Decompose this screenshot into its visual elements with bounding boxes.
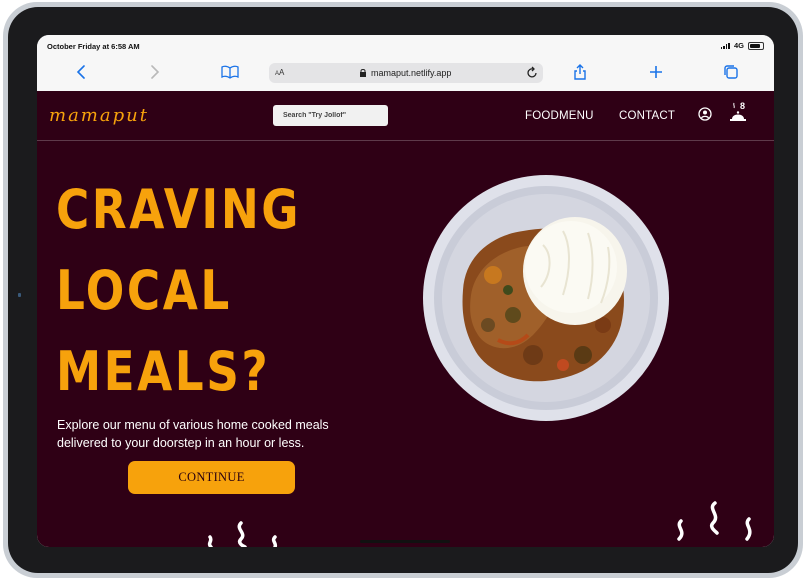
tabs-icon[interactable] [719, 60, 743, 84]
site-navbar: mamaput FOODMENU CONTACT 8 [37, 91, 774, 141]
continue-button[interactable]: CONTINUE [128, 461, 295, 494]
status-bar: October Friday at 6:58 AM 4G [37, 35, 774, 55]
hero-line-1: CRAVING [56, 178, 302, 241]
steam-decoration-right [677, 501, 752, 541]
address-bar[interactable]: AA mamaput.netlify.app [269, 63, 543, 83]
lock-icon [359, 68, 367, 80]
site-logo[interactable]: mamaput [49, 105, 149, 126]
steam-decoration-left [207, 521, 278, 547]
meal-plate-image [423, 175, 669, 421]
bookmarks-icon[interactable] [218, 60, 242, 84]
user-icon[interactable] [698, 107, 712, 121]
reload-icon[interactable] [526, 66, 538, 81]
signal-icon [720, 42, 730, 49]
share-icon[interactable] [568, 60, 592, 84]
status-datetime: October Friday at 6:58 AM [47, 42, 140, 51]
network-label: 4G [733, 41, 744, 50]
status-indicators: 4G [720, 41, 764, 50]
cart-button[interactable]: 8 [729, 101, 749, 126]
hero-line-3: MEALS? [56, 340, 271, 403]
food-cover-icon [730, 102, 746, 121]
search-input[interactable] [273, 105, 388, 126]
camera-dot [18, 293, 21, 297]
browser-toolbar: AA mamaput.netlify.app [37, 55, 774, 92]
hero-line-2: LOCAL [56, 259, 232, 322]
home-indicator [360, 540, 450, 543]
reader-button[interactable]: AA [275, 68, 284, 77]
url-text: mamaput.netlify.app [371, 68, 452, 78]
new-tab-icon[interactable] [644, 60, 668, 84]
cart-count: 8 [740, 101, 746, 111]
website: mamaput FOODMENU CONTACT 8 CRAVING LOCAL… [37, 91, 774, 547]
hero-description: Explore our menu of various home cooked … [57, 418, 329, 450]
battery-icon [748, 41, 764, 50]
back-icon[interactable] [69, 60, 93, 84]
nav-contact[interactable]: CONTACT [619, 110, 675, 122]
nav-foodmenu[interactable]: FOODMENU [525, 110, 594, 122]
forward-icon[interactable] [143, 60, 167, 84]
screen: October Friday at 6:58 AM 4G AA mamaput.… [37, 35, 774, 547]
